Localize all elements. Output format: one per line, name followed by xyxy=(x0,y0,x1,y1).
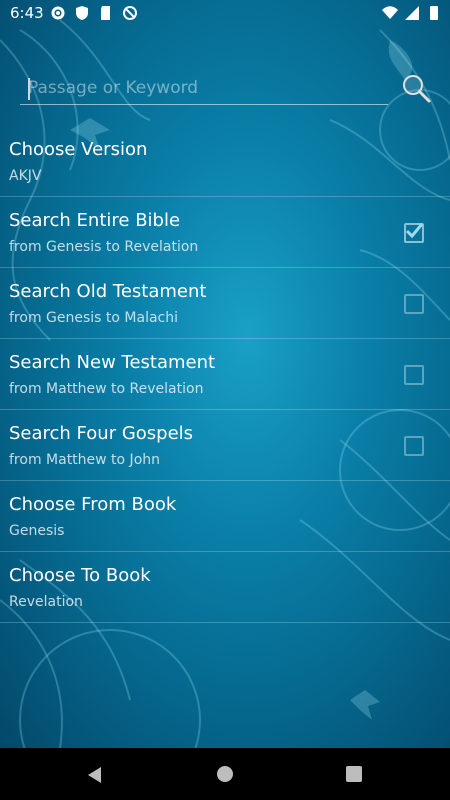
option-search-new-testament[interactable]: Search New Testament from Matthew to Rev… xyxy=(0,339,450,410)
entire-bible-checkbox[interactable] xyxy=(404,223,424,243)
option-title: Search Entire Bible xyxy=(9,210,181,231)
battery-icon xyxy=(430,6,438,20)
option-title: Search New Testament xyxy=(9,352,216,373)
option-choose-version[interactable]: Choose Version AKJV xyxy=(0,126,450,197)
gear-icon xyxy=(51,6,65,20)
status-bar: 6:43 xyxy=(0,0,450,26)
search-icon[interactable] xyxy=(400,72,432,104)
option-title: Choose Version xyxy=(9,139,148,160)
old-testament-checkbox[interactable] xyxy=(404,294,424,314)
signal-icon xyxy=(405,6,419,20)
option-title: Search Four Gospels xyxy=(9,423,194,444)
recents-icon[interactable] xyxy=(346,766,362,782)
option-search-entire-bible[interactable]: Search Entire Bible from Genesis to Reve… xyxy=(0,197,450,268)
option-subtitle: from Genesis to Malachi xyxy=(9,310,178,326)
option-title: Search Old Testament xyxy=(9,281,207,302)
back-icon[interactable] xyxy=(86,766,104,784)
home-icon[interactable] xyxy=(217,766,233,782)
option-subtitle: from Genesis to Revelation xyxy=(9,239,199,255)
option-search-four-gospels[interactable]: Search Four Gospels from Matthew to John xyxy=(0,410,450,481)
no-sync-icon xyxy=(123,6,137,20)
option-title: Choose From Book xyxy=(9,494,177,515)
option-subtitle: from Matthew to Revelation xyxy=(9,381,204,397)
search-bar xyxy=(20,72,432,108)
shield-icon xyxy=(76,6,88,20)
status-time: 6:43 xyxy=(10,4,44,22)
new-testament-checkbox[interactable] xyxy=(404,365,424,385)
option-subtitle: from Matthew to John xyxy=(9,452,160,468)
option-subtitle: Revelation xyxy=(9,594,83,610)
option-choose-to-book[interactable]: Choose To Book Revelation xyxy=(0,552,450,623)
option-title: Choose To Book xyxy=(9,565,151,586)
search-options-list: Choose Version AKJV Search Entire Bible … xyxy=(0,126,450,623)
option-choose-from-book[interactable]: Choose From Book Genesis xyxy=(0,481,450,552)
navigation-bar xyxy=(0,748,450,800)
option-search-old-testament[interactable]: Search Old Testament from Genesis to Mal… xyxy=(0,268,450,339)
search-input[interactable] xyxy=(28,72,388,104)
app-screen: 6:43 Choose Version AKJV Search Entire B… xyxy=(0,0,450,748)
option-subtitle: Genesis xyxy=(9,523,65,539)
checkmark-icon xyxy=(405,223,424,239)
four-gospels-checkbox[interactable] xyxy=(404,436,424,456)
search-underline xyxy=(20,104,388,105)
option-subtitle: AKJV xyxy=(9,168,42,184)
sd-card-icon xyxy=(101,6,110,20)
text-cursor xyxy=(28,78,30,100)
wifi-icon xyxy=(382,6,398,19)
